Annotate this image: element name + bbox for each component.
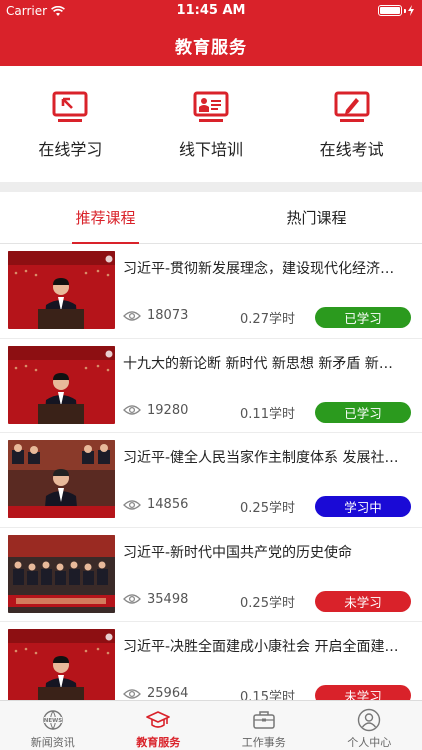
briefcase-icon — [253, 711, 275, 729]
view-count-value: 19280 — [147, 402, 189, 418]
offline-training-icon — [193, 91, 229, 122]
course-title: 习近平-贯彻新发展理念，建设现代化经济体系 — [123, 261, 401, 277]
offline-training-button[interactable]: 线下培训 — [141, 66, 282, 182]
status-badge: 已学习 — [315, 307, 411, 328]
status-bar: Carrier 11:45 AM — [0, 0, 422, 22]
view-count: 19280 — [123, 403, 188, 418]
tab-popular[interactable]: 热门课程 — [211, 192, 422, 243]
view-count-value: 25964 — [147, 686, 189, 700]
tab-news-label: 新闻资讯 — [30, 736, 75, 749]
tab-work[interactable]: 工作事务 — [211, 701, 317, 750]
course-thumbnail — [8, 440, 115, 518]
online-exam-label: 在线考试 — [319, 140, 384, 159]
eye-icon — [123, 310, 141, 321]
status-badge: 已学习 — [315, 401, 411, 423]
online-exam-icon — [334, 91, 370, 122]
list-item[interactable]: 习近平-贯彻新发展理念，建设现代化经济体系 18073 0.27学时 已学习 — [0, 244, 422, 339]
bottom-tab-bar: NEWS 新闻资讯 教育服务 工作事务 个人中心 — [0, 700, 422, 750]
status-badge: 学习中 — [315, 496, 411, 517]
view-count: 35498 — [123, 592, 188, 607]
page-title: 教育服务 — [175, 38, 247, 58]
view-count: 18073 — [123, 308, 188, 323]
eye-icon — [123, 499, 141, 510]
course-thumbnail — [8, 629, 115, 700]
tab-news[interactable]: NEWS 新闻资讯 — [0, 701, 106, 750]
course-thumbnail — [8, 345, 115, 424]
list-item[interactable]: 习近平-新时代中国共产党的历史使命 35498 0.25学时 未学习 — [0, 528, 422, 622]
study-hours: 0.15学时 — [240, 690, 295, 700]
tab-recommended[interactable]: 推荐课程 — [0, 192, 211, 244]
view-count: 25964 — [123, 686, 188, 700]
online-study-button[interactable]: 在线学习 — [0, 66, 141, 182]
list-item[interactable]: 十九大的新论断 新时代 新思想 新矛盾 新目标 19280 0.11学时 已学习 — [0, 339, 422, 433]
course-thumbnail — [8, 534, 115, 613]
eye-icon — [123, 594, 141, 604]
eye-icon — [123, 405, 141, 415]
eye-icon — [123, 688, 141, 699]
user-icon — [358, 708, 381, 732]
course-title: 习近平-决胜全面建成小康社会 开启全面建设社会主义现代化国家新征程 — [123, 639, 401, 655]
tab-education-label: 教育服务 — [136, 736, 181, 749]
status-badge: 未学习 — [315, 590, 411, 612]
service-shortcuts: 在线学习 线下培训 在线考试 — [0, 66, 422, 182]
view-count: 14856 — [123, 497, 188, 512]
graduation-cap-icon — [146, 711, 171, 728]
list-item[interactable]: 习近平-决胜全面建成小康社会 开启全面建设社会主义现代化国家新征程 25964 … — [0, 622, 422, 700]
battery-icon — [378, 5, 414, 16]
online-study-icon — [52, 91, 88, 122]
course-title: 习近平-健全人民当家作主制度体系 发展社会主义民主政治 — [123, 450, 401, 466]
clock: 11:45 AM — [176, 3, 246, 18]
status-badge: 未学习 — [315, 685, 411, 700]
study-hours: 0.27学时 — [240, 312, 295, 327]
charging-icon — [408, 5, 414, 16]
study-hours: 0.25学时 — [240, 501, 295, 516]
tab-education[interactable]: 教育服务 — [106, 701, 212, 750]
tab-work-label: 工作事务 — [241, 736, 286, 749]
course-thumbnail — [8, 251, 115, 329]
app-header: Carrier 11:45 AM 教育服务 — [0, 0, 422, 66]
news-icon: NEWS — [43, 710, 63, 731]
course-title: 习近平-新时代中国共产党的历史使命 — [123, 544, 353, 561]
online-study-label: 在线学习 — [38, 140, 103, 159]
course-list: 习近平-贯彻新发展理念，建设现代化经济体系 18073 0.27学时 已学习 十… — [0, 244, 422, 700]
list-item[interactable]: 习近平-健全人民当家作主制度体系 发展社会主义民主政治 14856 0.25学时… — [0, 433, 422, 528]
course-tabs: 推荐课程 热门课程 — [0, 192, 422, 244]
view-count-value: 14856 — [147, 497, 189, 512]
offline-training-label: 线下培训 — [179, 140, 244, 159]
study-hours: 0.11学时 — [240, 406, 295, 422]
tab-profile[interactable]: 个人中心 — [317, 701, 422, 750]
study-hours: 0.25学时 — [240, 595, 295, 611]
online-exam-button[interactable]: 在线考试 — [281, 66, 422, 182]
tab-profile-label: 个人中心 — [347, 736, 392, 749]
view-count-value: 18073 — [147, 308, 189, 323]
section-divider — [0, 182, 422, 192]
view-count-value: 35498 — [147, 591, 189, 607]
course-title: 十九大的新论断 新时代 新思想 新矛盾 新目标 — [123, 355, 401, 372]
svg-text:NEWS: NEWS — [44, 718, 62, 724]
